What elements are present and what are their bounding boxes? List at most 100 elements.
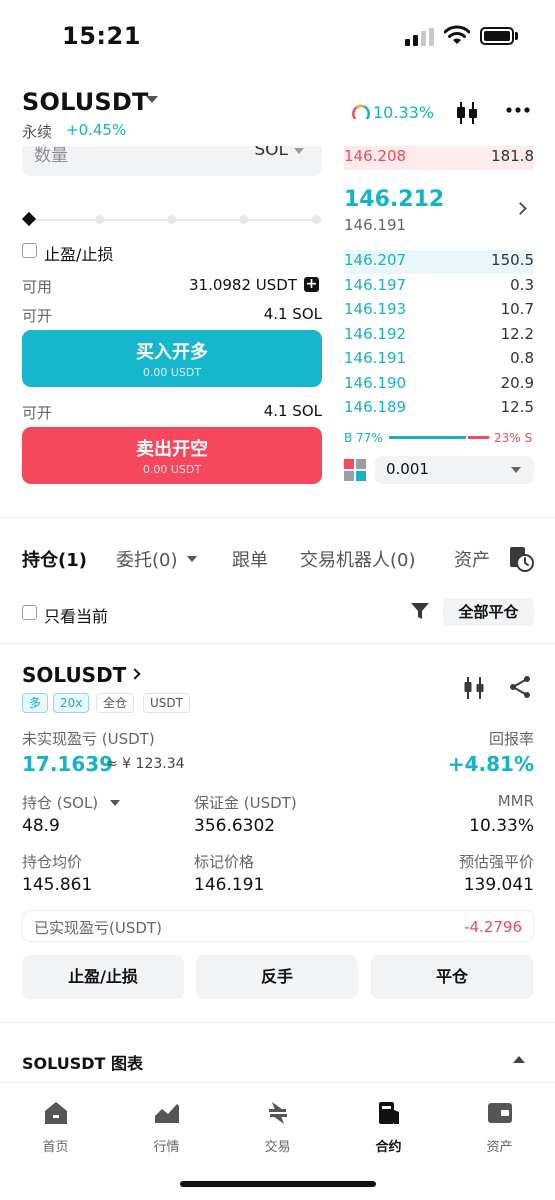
leverage-tag[interactable]: 20x xyxy=(53,693,90,713)
orderbook-bid-row[interactable]: 146.189 12.5 xyxy=(344,397,534,421)
bid-price: 146.197 xyxy=(344,275,407,294)
mmr-label: MMR xyxy=(497,792,534,810)
precision-select[interactable]: 0.001 xyxy=(375,456,534,484)
position-symbol[interactable]: SOLUSDT xyxy=(22,663,126,687)
orderbook-layout-icon[interactable] xyxy=(344,459,366,481)
orderbook-ask-row[interactable]: 146.208 181.8 xyxy=(344,146,534,170)
bid-qty: 10.7 xyxy=(500,300,534,318)
nav-market[interactable]: 行情 xyxy=(111,1100,222,1155)
funding-gauge-icon xyxy=(352,104,370,120)
battery-tip xyxy=(515,32,518,40)
nav-home[interactable]: 首页 xyxy=(0,1100,111,1155)
size-value: 48.9 xyxy=(22,816,60,836)
only-current-checkbox[interactable] xyxy=(22,605,37,620)
open-short-value: 4.1 SOL xyxy=(263,402,322,420)
quantity-input[interactable]: 数量 SOL xyxy=(22,146,322,176)
nav-assets[interactable]: 资产 xyxy=(444,1100,555,1155)
slider-step[interactable] xyxy=(95,215,104,224)
orderbook-bid-row[interactable]: 146.207 150.5 xyxy=(344,250,534,274)
slider-step[interactable] xyxy=(312,215,321,224)
close-all-button[interactable]: 全部平仓 xyxy=(443,598,534,626)
slider-knob[interactable] xyxy=(21,211,37,227)
add-funds-icon[interactable]: + xyxy=(304,277,319,292)
bid-price: 146.189 xyxy=(344,398,407,416)
realized-pnl-label: 已实现盈亏(USDT) xyxy=(34,919,162,937)
home-indicator xyxy=(180,1181,376,1187)
bid-price: 146.207 xyxy=(344,251,407,269)
ask-qty: 181.8 xyxy=(491,147,534,165)
chevron-right-icon[interactable] xyxy=(129,668,141,680)
tab-bots[interactable]: 交易机器人(0) xyxy=(300,546,416,572)
divider xyxy=(0,1022,555,1023)
nav-label: 合约 xyxy=(375,1140,402,1155)
home-icon xyxy=(44,1102,67,1124)
buy-button-label: 买入开多 xyxy=(136,342,208,363)
orderbook-bid-row[interactable]: 146.190 20.9 xyxy=(344,373,534,397)
mmr-value: 10.33% xyxy=(469,816,534,836)
sell-button-amount: 0.00 USDT xyxy=(142,463,202,476)
candlestick-chart-icon[interactable] xyxy=(455,100,479,126)
liq-price-label: 预估强平价 xyxy=(458,853,534,871)
nav-futures[interactable]: 合约 xyxy=(333,1100,444,1155)
tpsl-button[interactable]: 止盈/止损 xyxy=(22,955,184,999)
unit-dropdown-icon[interactable] xyxy=(294,148,304,154)
orderbook-bid-row[interactable]: 146.193 10.7 xyxy=(344,299,534,323)
nav-divider xyxy=(0,1082,555,1083)
trade-icon xyxy=(268,1102,287,1124)
tab-copy-trading[interactable]: 跟单 xyxy=(232,546,268,572)
tab-assets[interactable]: 资产 xyxy=(454,546,490,572)
size-label[interactable]: 持仓 (SOL) xyxy=(22,792,98,813)
realized-pnl-box[interactable]: 已实现盈亏(USDT) -4.2796 xyxy=(22,910,534,942)
mark-price-value: 146.191 xyxy=(194,875,265,895)
tpsl-checkbox[interactable] xyxy=(22,243,37,258)
margin-value: 356.6302 xyxy=(194,816,276,836)
roe-value: +4.81% xyxy=(447,752,534,776)
symbol-title[interactable]: SOLUSDT xyxy=(22,88,149,116)
bid-qty: 20.9 xyxy=(500,373,534,392)
slider-step[interactable] xyxy=(167,215,176,224)
symbol-dropdown-icon[interactable] xyxy=(146,96,158,103)
chart-section-title[interactable]: SOLUSDT 图表 xyxy=(22,1050,143,1074)
wifi-icon xyxy=(444,25,470,44)
realized-pnl-value: -4.2796 xyxy=(464,918,522,936)
funding-gauge-value: 10.33% xyxy=(373,103,435,122)
bid-qty: 12.2 xyxy=(500,324,534,343)
available-label: 可用 xyxy=(22,278,53,296)
buy-button-amount: 0.00 USDT xyxy=(142,366,202,379)
liq-price-value: 139.041 xyxy=(463,875,534,895)
chevron-up-icon[interactable] xyxy=(513,1056,525,1063)
close-position-button[interactable]: 平仓 xyxy=(371,955,533,999)
tab-positions[interactable]: 持仓(1) xyxy=(22,546,87,572)
orders-dropdown-icon[interactable] xyxy=(187,556,197,562)
history-icon[interactable] xyxy=(508,545,534,573)
nav-trade[interactable]: 交易 xyxy=(222,1100,333,1155)
size-unit-dropdown-icon[interactable] xyxy=(110,800,120,806)
chevron-right-icon[interactable] xyxy=(514,202,527,215)
quantity-label: 数量 xyxy=(34,146,68,166)
candlestick-chart-icon[interactable] xyxy=(463,676,485,700)
precision-value: 0.001 xyxy=(386,460,429,478)
wallet-icon xyxy=(487,1103,512,1123)
orderbook-bid-row[interactable]: 146.197 0.3 xyxy=(344,275,534,299)
reverse-button[interactable]: 反手 xyxy=(196,955,358,999)
nav-label: 行情 xyxy=(153,1140,180,1155)
orderbook-bid-row[interactable]: 146.192 12.2 xyxy=(344,324,534,348)
orderbook-bid-row[interactable]: 146.191 0.8 xyxy=(344,348,534,372)
filter-icon[interactable] xyxy=(410,602,430,620)
available-value: 31.0982 USDT xyxy=(188,276,297,294)
share-icon[interactable] xyxy=(508,675,532,699)
slider-step[interactable] xyxy=(239,215,248,224)
buy-long-button[interactable]: 买入开多 0.00 USDT xyxy=(22,330,322,387)
sell-ratio-bar xyxy=(468,436,489,439)
bid-qty: 0.8 xyxy=(510,349,534,367)
tab-orders[interactable]: 委托(0) xyxy=(116,546,178,572)
bid-price: 146.192 xyxy=(344,324,407,343)
more-icon[interactable] xyxy=(506,103,530,117)
signal-icon xyxy=(405,28,435,46)
price-change: +0.45% xyxy=(66,121,127,139)
sell-short-button[interactable]: 卖出开空 0.00 USDT xyxy=(22,427,322,484)
entry-price-value: 145.861 xyxy=(22,875,93,895)
quantity-unit[interactable]: SOL xyxy=(254,146,288,160)
open-long-label: 可开 xyxy=(22,307,53,325)
open-long-value: 4.1 SOL xyxy=(263,305,322,323)
